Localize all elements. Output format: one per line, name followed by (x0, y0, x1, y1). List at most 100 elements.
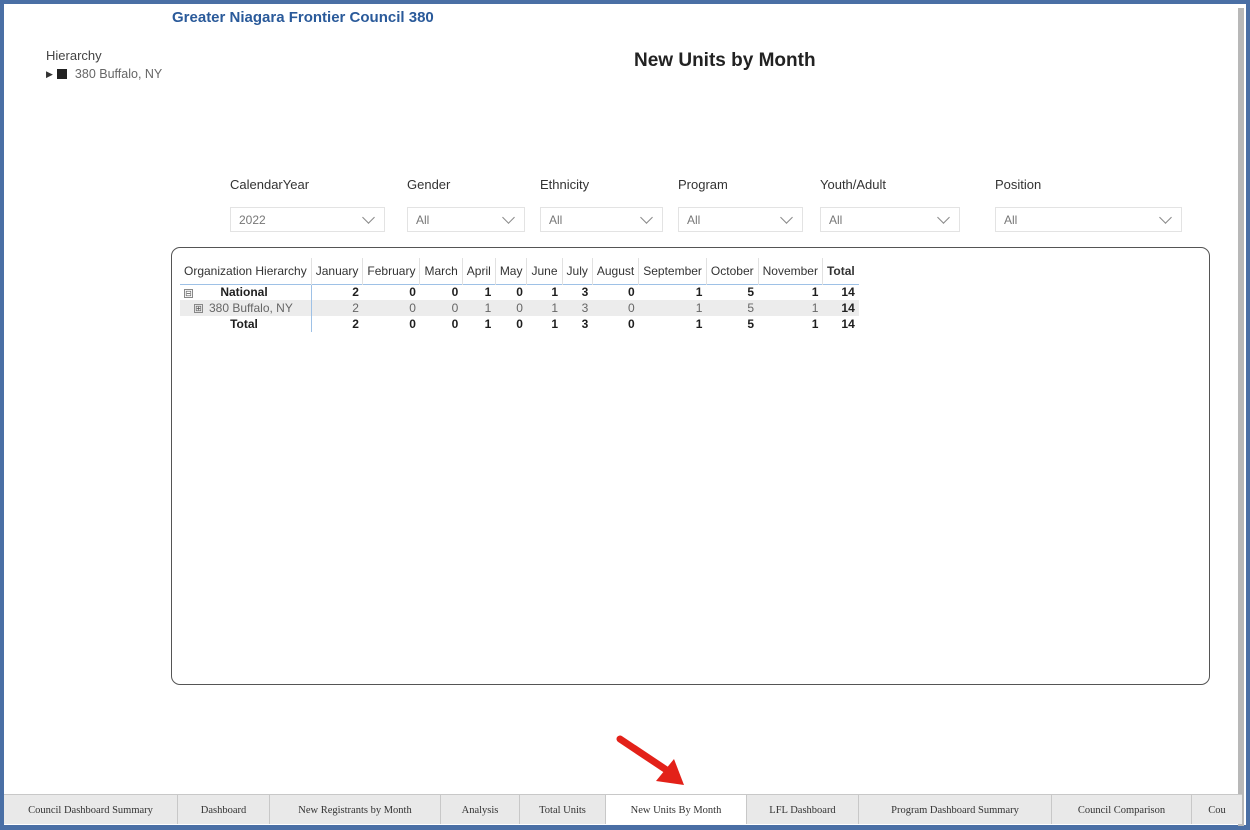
row-label: 380 Buffalo, NY (209, 301, 293, 315)
red-arrow-annotation (616, 735, 684, 785)
dropdown-value: 2022 (239, 212, 266, 227)
cell: 5 (747, 317, 755, 331)
slicer-gender: Gender All (407, 177, 525, 232)
tab-lfl-dashboard[interactable]: LFL Dashboard (747, 795, 859, 824)
table-row-total: Total 2 0 0 1 0 1 3 0 1 5 1 14 (180, 316, 859, 332)
tab-total-units[interactable]: Total Units (520, 795, 606, 824)
matrix-visual: Organization Hierarchy January February … (171, 247, 1210, 685)
dropdown-value: All (687, 212, 701, 227)
slicer-label: Ethnicity (540, 177, 590, 192)
cell: 0 (419, 300, 463, 316)
slicer-label: Youth/Adult (820, 177, 887, 192)
cell: 5 (747, 285, 755, 300)
cell-total: 14 (822, 300, 859, 316)
cell: 3 (581, 285, 589, 300)
row-header-total: Total (180, 316, 312, 332)
slicer-ethnicity: Ethnicity All (540, 177, 663, 232)
column-header[interactable]: May (495, 258, 528, 284)
row-label: Total (230, 317, 258, 331)
page-title: New Units by Month (634, 50, 816, 71)
column-header[interactable]: April (462, 258, 496, 284)
cell: 0 (409, 317, 416, 331)
tab-program-dashboard-summary[interactable]: Program Dashboard Summary (859, 795, 1052, 824)
row-header-national: ⊟ National (180, 284, 312, 300)
cell: 1 (811, 317, 819, 331)
cell: 1 (551, 285, 559, 300)
cell: 0 (628, 317, 635, 331)
column-header[interactable]: November (758, 258, 823, 284)
cell-total: 14 (841, 285, 855, 300)
slicer-program: Program All (678, 177, 803, 232)
cell: 0 (628, 285, 635, 300)
cell: 1 (551, 317, 559, 331)
expand-triangle-icon[interactable]: ▶ (46, 69, 53, 80)
tab-council-comparison[interactable]: Council Comparison (1052, 795, 1192, 824)
matrix-header-row: Organization Hierarchy January February … (180, 258, 859, 284)
table-row: ⊞ 380 Buffalo, NY 2 0 0 1 0 1 3 0 1 5 1 1… (180, 300, 859, 316)
cell: 1 (758, 300, 823, 316)
column-header[interactable]: July (562, 258, 593, 284)
cell: 1 (695, 317, 703, 331)
hierarchy-label: Hierarchy (46, 48, 102, 63)
cell: 3 (581, 317, 589, 331)
slicer-calendar-year: CalendarYear 2022 (230, 177, 385, 232)
cell: 0 (516, 317, 523, 331)
calendar-year-dropdown[interactable]: 2022 (230, 207, 385, 232)
cell: 0 (451, 285, 459, 300)
column-header-total[interactable]: Total (822, 258, 858, 284)
slicer-label: CalendarYear (230, 177, 310, 192)
cell: 1 (526, 300, 563, 316)
slicer-label: Program (678, 177, 728, 192)
cell: 1 (462, 300, 496, 316)
slicer-label: Position (995, 177, 1042, 192)
dropdown-value: All (1004, 212, 1018, 227)
column-header[interactable]: Organization Hierarchy (180, 258, 312, 284)
dropdown-value: All (549, 212, 563, 227)
cell: 3 (562, 300, 593, 316)
cell: 1 (638, 300, 707, 316)
cell: 0 (495, 300, 527, 316)
hierarchy-item[interactable]: ▶ 380 Buffalo, NY (46, 67, 162, 81)
cell: 1 (484, 317, 492, 331)
cell: 0 (592, 300, 639, 316)
tab-truncated[interactable]: Cou (1192, 795, 1242, 824)
expand-icon[interactable]: ⊞ (194, 304, 203, 314)
column-header[interactable]: June (526, 258, 563, 284)
arrow-shaft (616, 735, 672, 775)
tab-council-dashboard-summary[interactable]: Council Dashboard Summary (4, 795, 178, 824)
column-header[interactable]: September (638, 258, 707, 284)
ethnicity-dropdown[interactable]: All (540, 207, 663, 232)
column-header[interactable]: January (311, 258, 364, 284)
column-header[interactable]: February (362, 258, 421, 284)
chevron-down-icon (937, 210, 950, 224)
column-header[interactable]: October (706, 258, 759, 284)
program-dropdown[interactable]: All (678, 207, 803, 232)
collapse-icon[interactable]: ⊟ (184, 288, 193, 298)
cell: 2 (311, 300, 363, 316)
cell: 1 (695, 285, 703, 300)
hierarchy-checkbox[interactable] (56, 69, 67, 79)
slicer-label: Gender (407, 177, 451, 192)
position-dropdown[interactable]: All (995, 207, 1182, 232)
table-row: ⊟ National 2 0 0 1 0 1 3 0 1 5 1 14 (180, 284, 859, 300)
gender-dropdown[interactable]: All (407, 207, 525, 232)
cell: 0 (516, 285, 523, 300)
dropdown-value: All (416, 212, 430, 227)
youth-adult-dropdown[interactable]: All (820, 207, 960, 232)
cell: 5 (706, 300, 759, 316)
tab-new-registrants-by-month[interactable]: New Registrants by Month (270, 795, 441, 824)
cell-total: 14 (841, 317, 855, 331)
chevron-down-icon (780, 210, 793, 224)
tab-dashboard[interactable]: Dashboard (178, 795, 270, 824)
tab-new-units-by-month[interactable]: New Units By Month (606, 795, 747, 824)
slicer-youth-adult: Youth/Adult All (820, 177, 960, 232)
dropdown-value: All (829, 212, 843, 227)
tab-analysis[interactable]: Analysis (441, 795, 520, 824)
cell: 2 (352, 317, 359, 331)
column-header[interactable]: March (419, 258, 463, 284)
cell: 1 (811, 285, 819, 300)
slicer-position: Position All (995, 177, 1182, 232)
column-header[interactable]: August (592, 258, 640, 284)
matrix-table: Organization Hierarchy January February … (180, 258, 859, 332)
hierarchy-item-label: 380 Buffalo, NY (74, 67, 163, 81)
